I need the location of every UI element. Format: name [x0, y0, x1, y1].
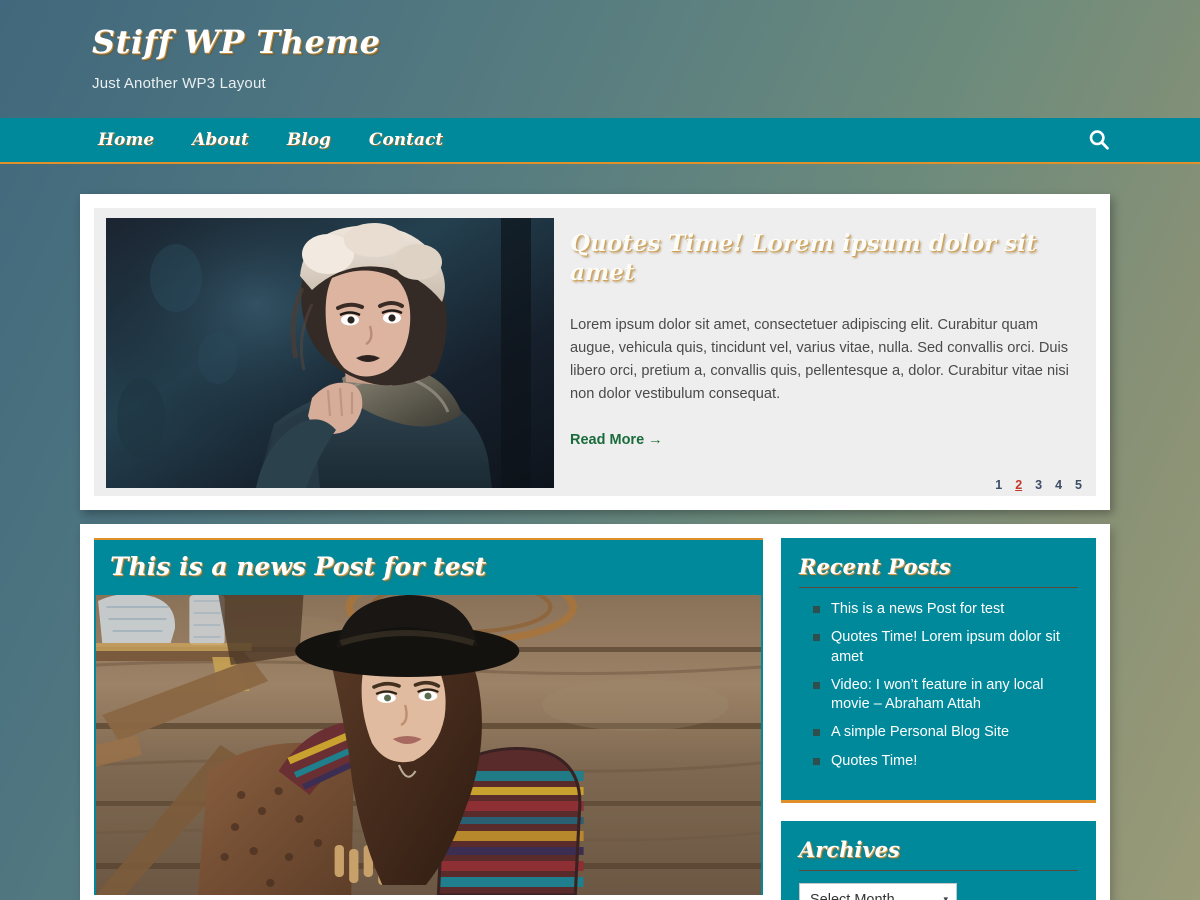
post-article: This is a news Post for test [94, 538, 763, 895]
widget-recent-posts: Recent Posts This is a news Post for tes… [781, 538, 1096, 803]
slider-page-3[interactable]: 3 [1035, 478, 1042, 492]
page-container: This is a news Post for test Recent Post… [80, 524, 1110, 900]
site-header: Stiff WP Theme Just Another WP3 Layout [0, 0, 1200, 118]
sidebar: Recent Posts This is a news Post for tes… [781, 538, 1096, 900]
slider-text: Quotes Time! Lorem ipsum dolor sit amet … [554, 218, 1084, 488]
nav-link-contact[interactable]: Contact [355, 124, 457, 156]
recent-posts-list: This is a news Post for test Quotes Time… [799, 600, 1078, 771]
recent-post-link-2[interactable]: Quotes Time! Lorem ipsum dolor sit amet [831, 629, 1060, 664]
post-image[interactable] [94, 595, 763, 895]
site-tagline: Just Another WP3 Layout [92, 74, 266, 92]
list-item[interactable]: A simple Personal Blog Site [813, 723, 1078, 742]
post-header: This is a news Post for test [94, 538, 763, 595]
slider-page-1[interactable]: 1 [995, 478, 1002, 492]
slider-pagination: 1 2 3 4 5 [995, 478, 1082, 492]
widget-title-recent-posts: Recent Posts [799, 554, 1078, 588]
nav-item-about[interactable]: About [178, 124, 263, 156]
nav-link-home[interactable]: Home [84, 124, 168, 156]
slider-page-2[interactable]: 2 [1015, 478, 1022, 492]
slider-image[interactable] [106, 218, 554, 488]
slider-body: Lorem ipsum dolor sit amet, consectetuer… [570, 316, 1069, 402]
main-content: This is a news Post for test [94, 538, 763, 900]
nav-link-about[interactable]: About [178, 124, 263, 156]
chevron-down-icon: ▾ [943, 894, 948, 900]
nav-item-contact[interactable]: Contact [355, 124, 457, 156]
list-item[interactable]: Video: I won’t feature in any local movi… [813, 676, 1078, 715]
nav-link-blog[interactable]: Blog [273, 124, 345, 156]
slider-panel: Quotes Time! Lorem ipsum dolor sit amet … [94, 208, 1096, 496]
site-title: Stiff WP Theme [92, 23, 381, 61]
widget-archives: Archives Select Month ▾ [781, 820, 1096, 900]
recent-post-link-4[interactable]: A simple Personal Blog Site [831, 724, 1009, 740]
slider-page-5[interactable]: 5 [1075, 478, 1082, 492]
main-navigation: Home About Blog Contact [0, 118, 1200, 164]
recent-post-link-5[interactable]: Quotes Time! [831, 753, 917, 769]
archives-select-value: Select Month [810, 891, 895, 900]
archives-month-select[interactable]: Select Month ▾ [799, 882, 957, 900]
list-item[interactable]: Quotes Time! Lorem ipsum dolor sit amet [813, 628, 1078, 667]
featured-slider: Quotes Time! Lorem ipsum dolor sit amet … [80, 194, 1110, 510]
nav-item-home[interactable]: Home [84, 124, 168, 156]
list-item[interactable]: Quotes Time! [813, 752, 1078, 771]
nav-item-blog[interactable]: Blog [273, 124, 345, 156]
widget-title-archives: Archives [799, 837, 1078, 871]
post-title[interactable]: This is a news Post for test [110, 552, 747, 581]
slider-page-4[interactable]: 4 [1055, 478, 1062, 492]
nav-list: Home About Blog Contact [84, 124, 457, 156]
read-more-link[interactable]: Read More → [570, 432, 663, 448]
slider-title: Quotes Time! Lorem ipsum dolor sit amet [570, 230, 1037, 286]
recent-post-link-1[interactable]: This is a news Post for test [831, 601, 1004, 617]
recent-post-link-3[interactable]: Video: I won’t feature in any local movi… [831, 677, 1044, 712]
list-item[interactable]: This is a news Post for test [813, 600, 1078, 619]
search-icon[interactable] [1084, 125, 1114, 155]
